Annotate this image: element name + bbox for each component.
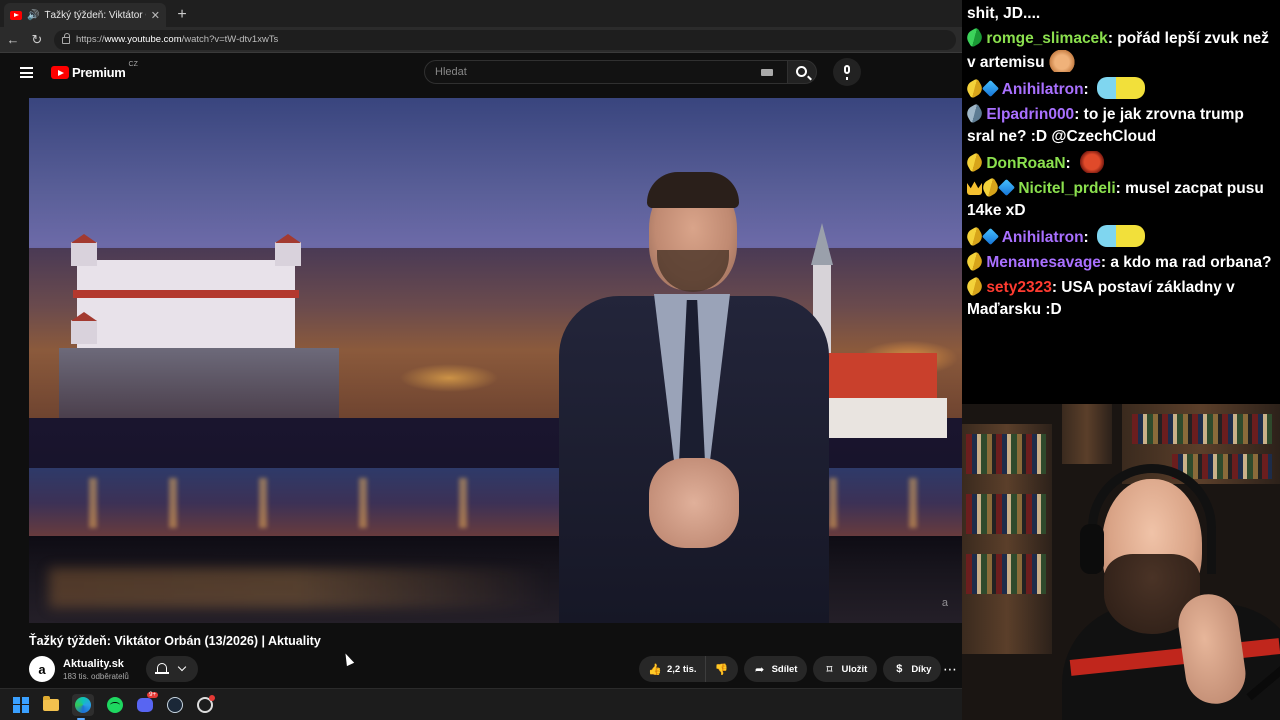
chat-username[interactable]: DonRoaaN <box>986 155 1065 172</box>
cube-badge-icon <box>982 228 999 245</box>
cat-emote-icon <box>1048 50 1075 72</box>
tab-bar: 🔊 Ťažký týždeň: Viktátor Orbán | ✕ + <box>0 0 962 27</box>
search-icon <box>796 66 807 77</box>
bell-icon <box>155 663 169 674</box>
thumbs-down-icon: 👎 <box>714 663 729 676</box>
country-code: CZ <box>128 61 138 68</box>
keyboard-icon[interactable] <box>761 69 773 76</box>
chat-username[interactable]: sety2323 <box>986 279 1052 296</box>
search-box <box>424 60 788 84</box>
cube-badge-icon <box>998 179 1015 196</box>
pill-badge-icon <box>964 251 985 272</box>
start-button[interactable] <box>12 696 30 714</box>
url-text: https://www.youtube.com/watch?v=tW-dtv1x… <box>76 34 279 45</box>
file-explorer-icon[interactable] <box>42 695 60 714</box>
share-icon: ➦ <box>754 663 765 676</box>
obs-icon[interactable] <box>196 694 215 714</box>
video-actions: 👍 2,2 tis. 👎 ➦ Sdílet ⌑ Uložit $ Díky <box>639 656 942 682</box>
lock-icon <box>62 33 70 44</box>
like-button[interactable]: 👍 2,2 tis. <box>639 656 705 682</box>
steam-icon[interactable] <box>166 696 184 714</box>
pill-badge-icon <box>964 152 985 173</box>
webcam-feed <box>962 404 1280 720</box>
chat-username[interactable]: Anihilatron <box>1002 81 1084 98</box>
browser-window: 🔊 Ťažký týždeň: Viktátor Orbán | ✕ + ← ↻… <box>0 0 962 688</box>
chat-username[interactable]: Anihilatron <box>1002 229 1084 246</box>
chat-username[interactable]: romge_slimacek <box>986 30 1108 47</box>
chevron-down-icon <box>177 662 187 672</box>
voice-search-button[interactable] <box>833 58 861 86</box>
discord-badge: 9+ <box>147 691 158 698</box>
video-title: Ťažký týždeň: Viktátor Orbán (13/2026) |… <box>29 634 321 648</box>
youtube-premium-logo[interactable]: Premium CZ <box>51 61 138 80</box>
search-input[interactable] <box>435 66 735 78</box>
chat-username[interactable]: Elpadrin000 <box>986 106 1074 123</box>
browser-tab-youtube[interactable]: 🔊 Ťažký týždeň: Viktátor Orbán | ✕ <box>4 3 166 27</box>
chat-username[interactable]: Menamesavage <box>986 254 1101 271</box>
chat-message: Nicitel_prdeli: musel zacpat pusu 14ke x… <box>967 177 1274 222</box>
news-anchor <box>549 168 839 623</box>
channel-avatar[interactable]: a <box>29 656 55 682</box>
new-tab-icon[interactable]: + <box>170 3 194 27</box>
close-tab-icon[interactable]: ✕ <box>151 9 160 22</box>
chat-message: shit, JD.... <box>967 5 1041 22</box>
chat-username[interactable]: Nicitel_prdeli <box>1018 180 1115 197</box>
taskbar: 9+ <box>0 688 962 720</box>
chat-message: Menamesavage: a kdo ma rad orbana? <box>964 251 1274 274</box>
thumbs-up-icon: 👍 <box>648 663 662 676</box>
share-button[interactable]: ➦ Sdílet <box>743 656 808 682</box>
video-player[interactable]: a <box>29 98 962 623</box>
chat-message: sety2323: USA postaví základny v Maďarsk… <box>964 276 1274 321</box>
chat-message: DonRoaaN: <box>964 151 1274 175</box>
dislike-button[interactable]: 👎 <box>704 656 738 682</box>
back-arrow-icon[interactable]: ← <box>6 32 20 47</box>
channel-name[interactable]: Aktuality.sk <box>63 658 129 670</box>
bookmark-icon: ⌑ <box>826 663 833 676</box>
youtube-header: Premium CZ <box>0 54 962 92</box>
chat-message: romge_slimacek: pořád lepší zvuk než v a… <box>964 27 1274 74</box>
thanks-icon: $ <box>896 663 903 675</box>
address-bar: ← ↻ https://www.youtube.com/watch?v=tW-d… <box>0 27 962 53</box>
windows-icon <box>13 696 29 713</box>
speaker-icon[interactable]: 🔊 <box>27 10 39 21</box>
chat-message: Elpadrin000: to je jak zrovna trump sral… <box>964 103 1274 148</box>
tab-title: Ťažký týždeň: Viktátor Orbán | <box>44 9 145 21</box>
chat-message: Anihilatron: <box>964 77 1274 101</box>
search-button[interactable] <box>787 60 817 84</box>
microphone-icon <box>844 65 850 80</box>
save-button[interactable]: ⌑ Uložit <box>813 656 878 682</box>
channel-info: a Aktuality.sk 183 tis. odběratelů <box>29 656 129 682</box>
screen: 🔊 Ťažký týždeň: Viktátor Orbán | ✕ + ← ↻… <box>0 0 1280 720</box>
castle-image <box>71 234 301 350</box>
reload-icon[interactable]: ↻ <box>30 32 44 47</box>
chat-message: Anihilatron: <box>964 225 1274 249</box>
edge-browser-icon[interactable] <box>72 693 94 720</box>
notifications-button[interactable] <box>146 656 198 682</box>
like-count: 2,2 tis. <box>667 663 697 675</box>
logo-text: Premium <box>72 65 126 80</box>
youtube-favicon-icon <box>10 10 22 20</box>
discord-icon[interactable]: 9+ <box>136 691 158 714</box>
robot-emote-icon <box>1097 77 1146 99</box>
channel-watermark: a <box>941 597 948 609</box>
pill-badge-icon <box>964 27 985 48</box>
cube-badge-icon <box>982 80 999 97</box>
youtube-play-icon <box>51 66 69 79</box>
menu-icon[interactable] <box>20 67 33 78</box>
pill-badge-icon <box>964 103 985 124</box>
thanks-button[interactable]: $ Díky <box>883 656 942 682</box>
spotify-icon[interactable] <box>106 696 124 714</box>
crown-badge-icon <box>967 181 982 195</box>
pill-badge-icon <box>964 276 985 297</box>
robot-emote-icon <box>1097 225 1146 247</box>
subscriber-count: 183 tis. odběratelů <box>63 671 129 681</box>
stream-chat: shit, JD.... romge_slimacek: pořád lepší… <box>962 0 1280 404</box>
url-field[interactable]: https://www.youtube.com/watch?v=tW-dtv1x… <box>54 29 956 50</box>
more-options-icon[interactable]: ⋯ <box>938 656 962 682</box>
face-emote-icon <box>1079 151 1106 173</box>
mouse-cursor <box>341 651 355 667</box>
